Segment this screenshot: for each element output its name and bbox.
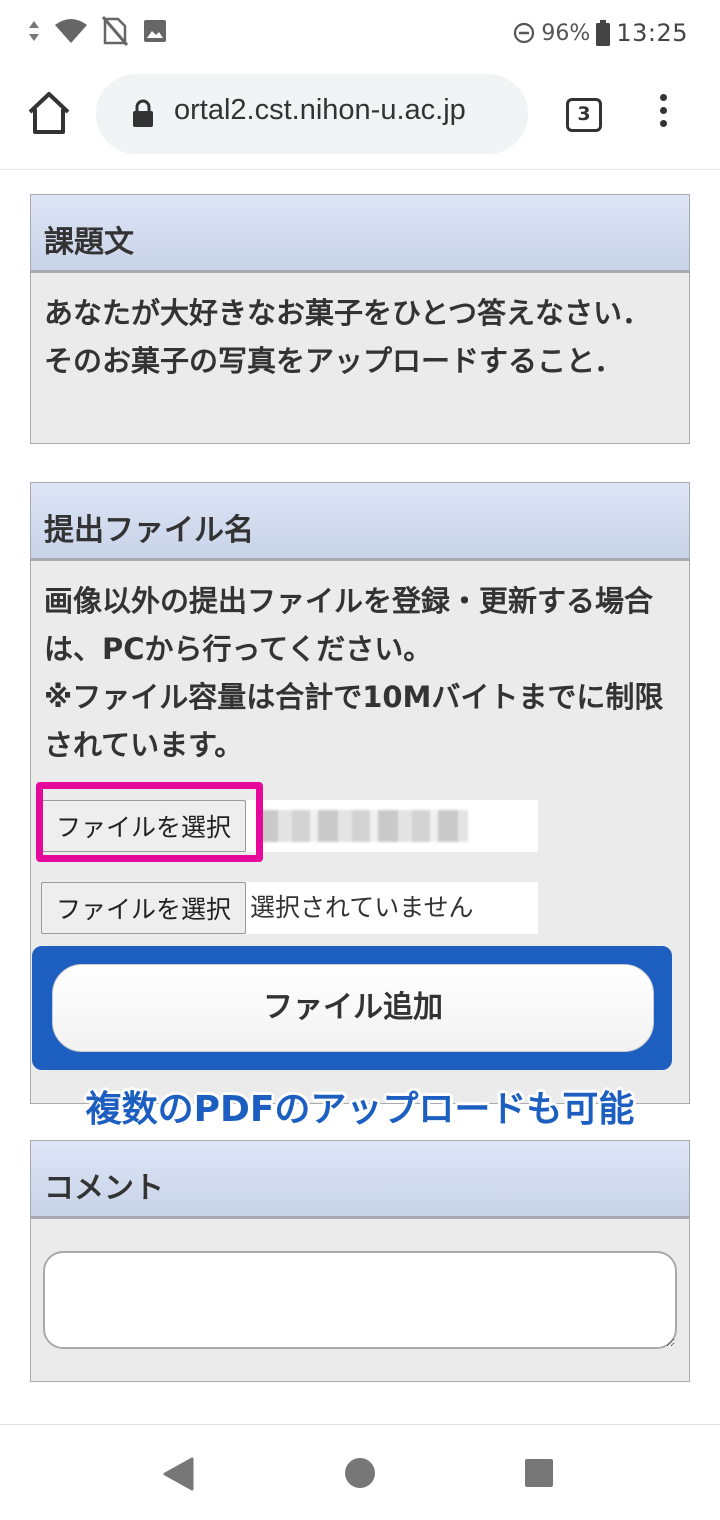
submission-header: 提出ファイル名 <box>31 483 689 561</box>
annotation-caption: 複数のPDFのアップロードも可能 <box>85 1089 635 1130</box>
file-row-2: ファイルを選択 選択されていません <box>41 881 539 935</box>
selected-file-name-blurred <box>246 800 539 852</box>
no-sim-icon <box>102 16 128 46</box>
home-nav-icon[interactable] <box>344 1457 376 1489</box>
blurred-filename <box>258 810 469 842</box>
submission-note-line-2: ※ファイル容量は合計で10Mバイトまでに制限されています。 <box>44 680 664 762</box>
add-file-button[interactable]: ファイル追加 <box>52 964 654 1052</box>
url-text: ortal2.cst.nihon-u.ac.jp <box>174 94 466 126</box>
comment-header: コメント <box>31 1141 689 1219</box>
back-icon[interactable] <box>162 1457 194 1491</box>
home-icon[interactable] <box>26 90 72 136</box>
submission-note-line-1: 画像以外の提出ファイルを登録・更新する場合は、PCから行ってください。 <box>44 584 654 666</box>
choose-file-button-2[interactable]: ファイルを選択 <box>41 882 247 934</box>
highlight-frame-magenta <box>36 782 263 862</box>
more-menu-icon[interactable] <box>656 94 670 134</box>
address-bar[interactable]: ortal2.cst.nihon-u.ac.jp <box>96 74 528 154</box>
assignment-panel: 課題文 あなたが大好きなお菓子をひとつ答えなさい．そのお菓子の写真をアップロード… <box>30 194 690 444</box>
clock: 13:25 <box>616 19 688 47</box>
comment-textarea[interactable] <box>43 1251 677 1349</box>
status-bar: 96% 13:25 <box>0 0 720 66</box>
submission-note: 画像以外の提出ファイルを登録・更新する場合は、PCから行ってください。 ※ファイ… <box>31 561 689 769</box>
assignment-header: 課題文 <box>31 195 689 273</box>
comment-panel: コメント <box>30 1140 690 1382</box>
battery-percent: 96% <box>541 20 591 46</box>
data-arrows-icon <box>29 21 39 41</box>
wifi-icon <box>55 19 87 43</box>
do-not-disturb-icon <box>514 22 535 44</box>
file-status-2: 選択されていません <box>246 882 539 934</box>
browser-toolbar: ortal2.cst.nihon-u.ac.jp 3 <box>0 66 720 170</box>
system-nav-bar <box>0 1424 720 1520</box>
image-icon <box>144 20 166 42</box>
assignment-text: あなたが大好きなお菓子をひとつ答えなさい．そのお菓子の写真をアップロードすること… <box>44 296 651 378</box>
tab-switcher-button[interactable]: 3 <box>566 98 602 132</box>
recents-icon[interactable] <box>524 1458 554 1488</box>
battery-icon <box>596 20 611 46</box>
lock-icon <box>133 99 153 127</box>
